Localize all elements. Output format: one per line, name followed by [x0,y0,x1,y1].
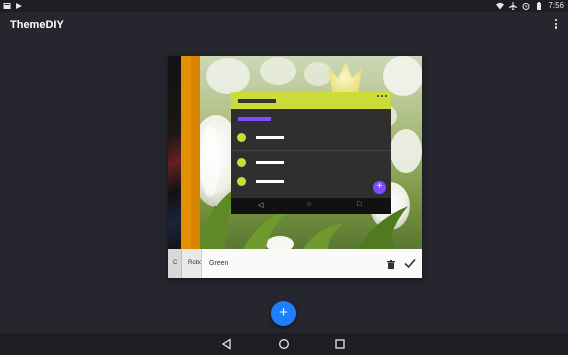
preview-recents-icon: □ [357,201,362,208]
ui-preview-window: + ◁ ○ □ [231,92,391,214]
preview-divider [231,150,391,151]
preview-nav-bar: ◁ ○ □ [231,198,391,214]
add-theme-button[interactable]: + [271,301,296,326]
preview-overflow-icon [377,95,387,97]
preview-section-header [238,117,271,121]
delete-icon[interactable] [387,260,395,269]
wifi-icon [496,2,505,10]
theme-tab[interactable]: Robo [181,249,201,278]
alarm-icon [522,3,530,10]
app-bar: ThemeDIY [0,12,568,38]
theme-preview-card: + ◁ ○ □ C Robo Green [168,56,422,278]
theme-tabs: C Robo Green [168,249,422,278]
confirm-check-icon[interactable] [404,257,416,269]
theme-tab[interactable]: C [168,249,181,278]
preview-list-item [237,133,387,143]
preview-home-icon: ○ [307,201,312,208]
airplane-icon [509,2,518,10]
play-store-icon [16,3,22,9]
clock: 7:56 [548,1,564,10]
app-title: ThemeDIY [10,19,64,31]
preview-toolbar [231,92,391,109]
recents-icon[interactable] [334,338,346,350]
status-bar: 7:56 [0,0,568,12]
preview-list-item [237,158,387,168]
overflow-menu-icon[interactable] [553,19,559,31]
navigation-bar [0,333,568,355]
wallpaper-preview[interactable]: + ◁ ○ □ [168,56,422,249]
back-icon[interactable] [221,338,233,350]
preview-title-placeholder [238,99,276,103]
battery-icon [537,2,542,10]
notification-icon [3,3,11,9]
home-icon[interactable] [278,338,290,350]
preview-list-item [237,177,387,187]
theme-color-stripe-shade [191,56,200,249]
preview-fab: + [373,181,386,194]
screen: 7:56 ThemeDIY + ◁ ○ □ C Robo Green + [0,0,568,355]
previous-theme-overlay [168,56,182,249]
preview-back-icon: ◁ [258,202,264,209]
